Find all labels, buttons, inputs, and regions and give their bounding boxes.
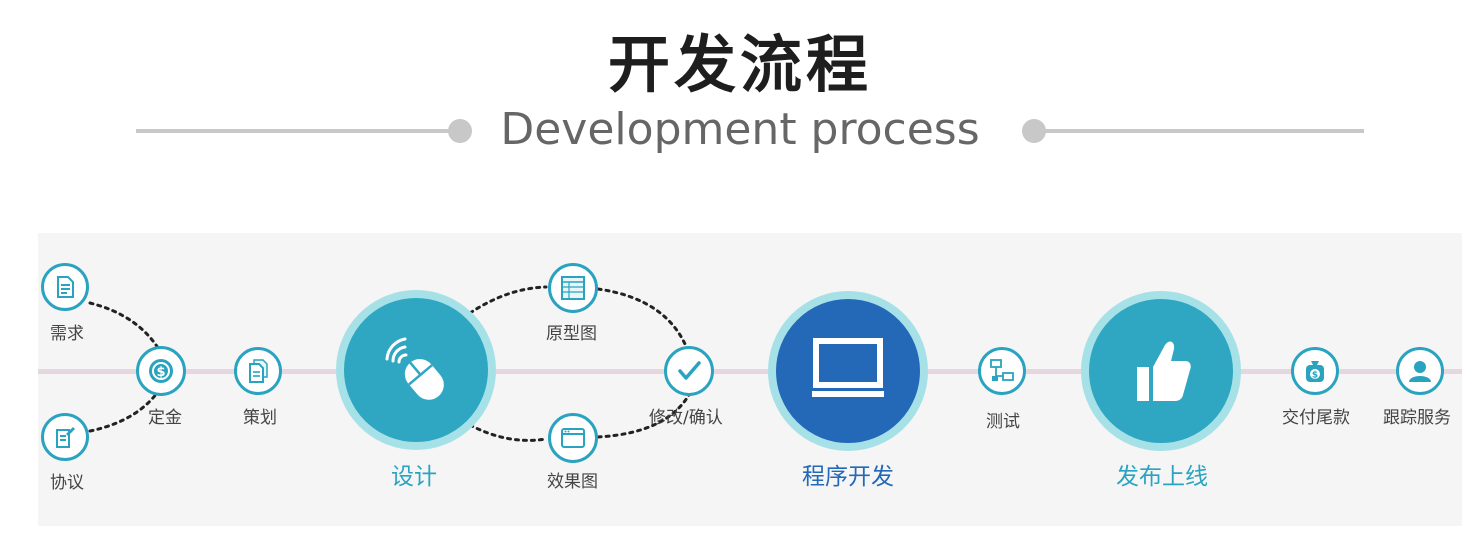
connector-prototype-revise	[596, 287, 690, 353]
contract-icon	[56, 427, 75, 448]
node-design	[336, 290, 496, 450]
node-prototype	[548, 263, 598, 313]
node-agreement	[41, 413, 89, 461]
subtitle-left-dot	[448, 119, 472, 143]
label-follow-up-service: 跟踪服务	[1383, 408, 1451, 428]
node-final-payment: $	[1291, 347, 1339, 395]
money-bag-icon: $	[1306, 361, 1324, 382]
subtitle-left-line	[136, 129, 454, 133]
label-revise-confirm: 修改/确认	[649, 408, 723, 428]
user-icon	[1409, 361, 1431, 382]
label-planning: 策划	[243, 408, 277, 428]
browser-window-icon	[561, 428, 585, 448]
monitor-icon	[812, 338, 884, 397]
node-requirement	[41, 263, 89, 311]
node-launch	[1081, 291, 1241, 451]
label-development: 程序开发	[802, 464, 894, 490]
label-design: 设计	[391, 464, 437, 490]
label-launch: 发布上线	[1116, 464, 1208, 490]
documents-icon	[249, 359, 268, 383]
node-follow-up-service	[1396, 347, 1444, 395]
thumbs-up-icon	[1137, 341, 1191, 401]
subtitle-row: Development process	[0, 100, 1480, 164]
label-testing: 测试	[986, 412, 1020, 432]
node-planning	[234, 347, 282, 395]
checkmark-icon	[678, 361, 701, 380]
node-revise-confirm	[664, 346, 714, 396]
label-requirement: 需求	[50, 324, 84, 344]
page-title: 开发流程	[607, 28, 872, 101]
label-deposit: 定金	[148, 408, 182, 428]
coin-icon: $	[149, 359, 173, 383]
mouse-icon	[385, 337, 444, 400]
node-development	[768, 291, 928, 451]
label-agreement: 协议	[50, 473, 84, 493]
document-icon	[57, 276, 74, 298]
connector-design-prototype	[468, 285, 548, 315]
page-subtitle: Development process	[500, 104, 980, 155]
connector-requirement-deposit	[88, 301, 162, 353]
wireframe-icon	[561, 276, 585, 300]
node-mockup	[548, 413, 598, 463]
label-prototype: 原型图	[546, 324, 597, 344]
label-mockup: 效果图	[547, 472, 598, 492]
subtitle-right-line	[1040, 129, 1364, 133]
node-testing	[978, 347, 1026, 395]
network-icon	[990, 359, 1014, 381]
label-final-payment: 交付尾款	[1282, 408, 1350, 428]
svg-text:$: $	[1312, 371, 1318, 381]
node-deposit: $	[136, 346, 186, 396]
process-diagram: 需求 协议 $ 定金 策划 设计 原型图 效果图 修改/确认 程序开发 测试 发…	[38, 233, 1462, 526]
connector-design-mockup	[468, 423, 548, 442]
svg-text:$: $	[156, 365, 165, 380]
